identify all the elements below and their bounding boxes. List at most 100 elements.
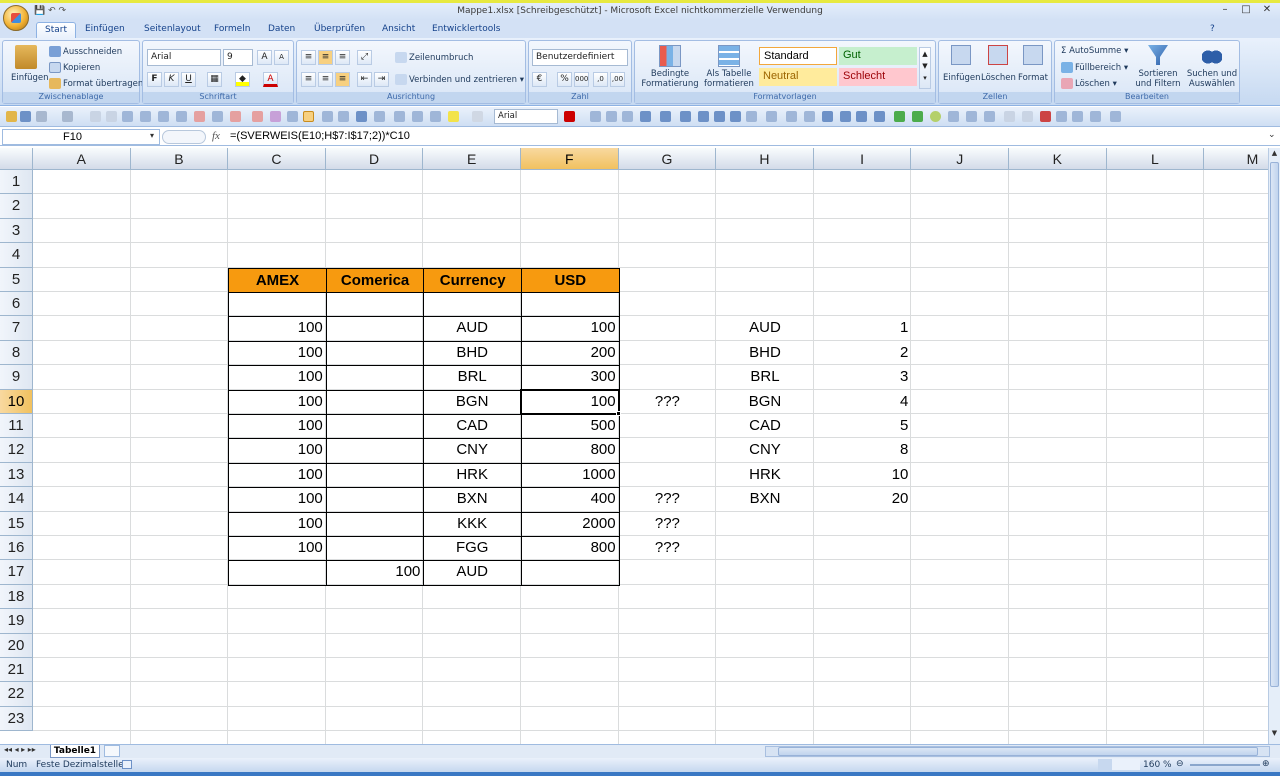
cell-d8[interactable]	[326, 341, 424, 365]
column-header-k[interactable]: K	[1009, 148, 1107, 170]
line-icon[interactable]	[856, 111, 867, 122]
autosum-button[interactable]: Σ AutoSumme ▾	[1061, 46, 1128, 56]
expand-formula-icon[interactable]: ⌄	[1268, 130, 1276, 140]
font-size-select[interactable]: 9	[223, 49, 253, 66]
cell-e8[interactable]: BHD	[423, 341, 521, 365]
underline-button[interactable]: U	[181, 72, 196, 87]
cell-g12[interactable]	[619, 438, 717, 462]
tab-seitenlayout[interactable]: Seitenlayout	[136, 22, 209, 38]
increase-decimal-icon[interactable]	[590, 111, 601, 122]
row-header-13[interactable]: 13	[0, 462, 33, 488]
column-header-c[interactable]: C	[228, 148, 326, 170]
wrap-text-button[interactable]: Zeilenumbruch	[395, 52, 473, 63]
row-header-1[interactable]: 1	[0, 170, 33, 195]
orientation-button[interactable]: ⤢	[357, 50, 372, 65]
horizontal-scrollbar[interactable]	[765, 746, 1270, 757]
fx-icon[interactable]: fx	[212, 130, 220, 142]
insert-cells-button[interactable]: Einfügen	[943, 45, 981, 83]
cell-g10[interactable]: ???	[619, 390, 717, 414]
cell-g8[interactable]	[619, 341, 717, 365]
cell-e9[interactable]: BRL	[423, 365, 521, 389]
row-header-9[interactable]: 9	[0, 365, 33, 390]
sigma-icon[interactable]	[640, 111, 651, 122]
percent-style-icon[interactable]	[714, 111, 725, 122]
row-header-20[interactable]: 20	[0, 633, 33, 658]
cell-e10[interactable]: BGN	[423, 390, 521, 414]
percent-button[interactable]: %	[557, 72, 572, 87]
row-header-8[interactable]: 8	[0, 340, 33, 366]
cell-h10[interactable]: BGN	[716, 390, 814, 414]
quote-icon[interactable]	[698, 111, 709, 122]
horizontal-scroll-thumb[interactable]	[778, 747, 1258, 756]
sheet-tab-tabelle1[interactable]: Tabelle1	[50, 745, 100, 758]
column-header-f[interactable]: F	[521, 148, 619, 170]
cell-i11[interactable]: 5	[814, 414, 912, 438]
column-header-d[interactable]: D	[325, 148, 424, 170]
tab-formeln[interactable]: Formeln	[206, 22, 258, 38]
delete-icon[interactable]	[1040, 111, 1051, 122]
sheet-nav-icon[interactable]: ◂◂ ◂ ▸ ▸▸	[4, 745, 36, 754]
cut-button[interactable]: Ausschneiden	[49, 46, 122, 57]
decrease-decimal-icon[interactable]	[606, 111, 617, 122]
thousands-icon[interactable]	[622, 111, 633, 122]
new-icon[interactable]	[6, 111, 17, 122]
currency-icon[interactable]	[660, 111, 671, 122]
cell-f16[interactable]: 800	[521, 536, 619, 560]
pen-icon[interactable]	[984, 111, 995, 122]
italic-button[interactable]: K	[164, 72, 179, 87]
cell-f8[interactable]: 200	[521, 341, 619, 365]
thick-border-icon[interactable]	[430, 111, 441, 122]
row-header-7[interactable]: 7	[0, 316, 33, 341]
cell-e12[interactable]: CNY	[423, 438, 521, 462]
cell-i13[interactable]: 10	[814, 463, 912, 487]
font-name-select[interactable]: Arial	[147, 49, 221, 66]
toolbar-font-select[interactable]: Arial	[494, 109, 558, 124]
scroll-down-icon[interactable]: ▼	[1270, 729, 1279, 739]
styles-more-button[interactable]: ▲ ▼ ▾	[919, 47, 931, 89]
macro-record-icon[interactable]	[122, 760, 132, 769]
cell-d16[interactable]	[326, 536, 424, 560]
delete-column-icon[interactable]	[230, 111, 241, 122]
currency-format-button[interactable]: €	[532, 72, 547, 87]
cell-h9[interactable]: BRL	[716, 365, 814, 389]
cell-d13[interactable]	[326, 463, 424, 487]
cell-c7[interactable]: 100	[228, 316, 326, 340]
cell-h8[interactable]: BHD	[716, 341, 814, 365]
cell-c16[interactable]: 100	[228, 536, 326, 560]
image-icon[interactable]	[1022, 111, 1033, 122]
row-header-4[interactable]: 4	[0, 243, 33, 268]
protect-icon[interactable]	[766, 111, 777, 122]
cell-e17[interactable]: AUD	[423, 560, 521, 584]
scroll-up-icon[interactable]: ▲	[1270, 149, 1279, 159]
cell-d17[interactable]: 100	[326, 560, 424, 584]
column-header-l[interactable]: L	[1106, 148, 1205, 170]
cell-g17[interactable]	[619, 560, 717, 584]
cell-c12[interactable]: 100	[228, 438, 326, 462]
insert-column-icon[interactable]	[212, 111, 223, 122]
maximize-button[interactable]: □	[1236, 4, 1256, 17]
cell-f17[interactable]	[521, 560, 619, 584]
cell-f9[interactable]: 300	[521, 365, 619, 389]
cell-c10[interactable]: 100	[228, 390, 326, 414]
row-header-3[interactable]: 3	[0, 218, 33, 244]
row-header-15[interactable]: 15	[0, 511, 33, 536]
format-as-table-button[interactable]: Als Tabelle formatieren	[701, 45, 757, 89]
format-cells-icon[interactable]	[746, 111, 757, 122]
font-color-icon[interactable]	[564, 111, 575, 122]
highlighter-icon[interactable]	[1004, 111, 1015, 122]
thousands-button[interactable]: 000	[574, 72, 589, 87]
print-preview-icon[interactable]	[106, 111, 117, 122]
row-header-16[interactable]: 16	[0, 536, 33, 561]
save-icon[interactable]	[20, 111, 31, 122]
tab-einfuegen[interactable]: Einfügen	[77, 22, 133, 38]
align-bottom-button[interactable]: ≡	[335, 50, 350, 65]
cell-i12[interactable]: 8	[814, 438, 912, 462]
style-schlecht[interactable]: Schlecht	[839, 68, 917, 86]
delete-cells-icon[interactable]	[252, 111, 263, 122]
cell-e15[interactable]: KKK	[423, 512, 521, 536]
cell-h13[interactable]: HRK	[716, 463, 814, 487]
cell-f7[interactable]: 100	[521, 316, 619, 340]
align-right-button[interactable]: ≡	[335, 72, 350, 87]
insert-row-icon[interactable]	[176, 111, 187, 122]
name-box[interactable]: F10	[2, 129, 160, 145]
